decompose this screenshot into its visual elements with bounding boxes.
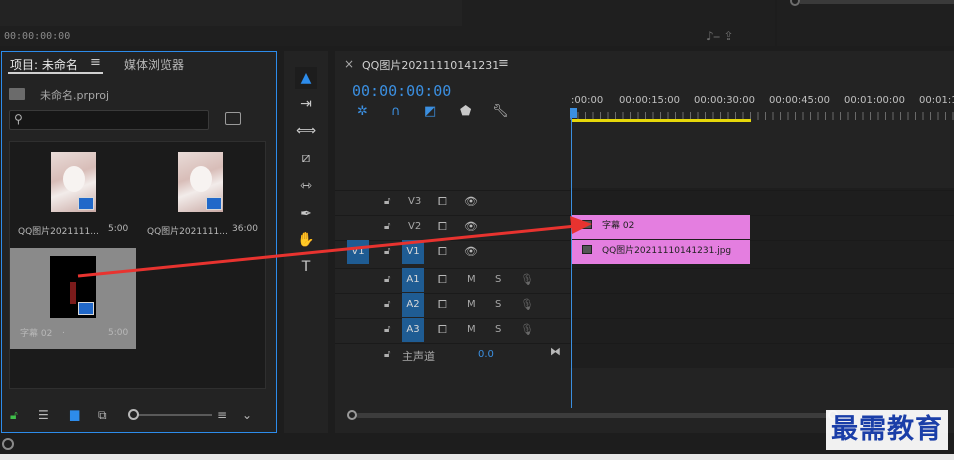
annotation-arrow-line (77, 224, 577, 278)
watermark-logo: 最需教育 (826, 410, 948, 450)
annotation-arrow (77, 216, 592, 278)
annotation-arrow-head (570, 216, 592, 234)
